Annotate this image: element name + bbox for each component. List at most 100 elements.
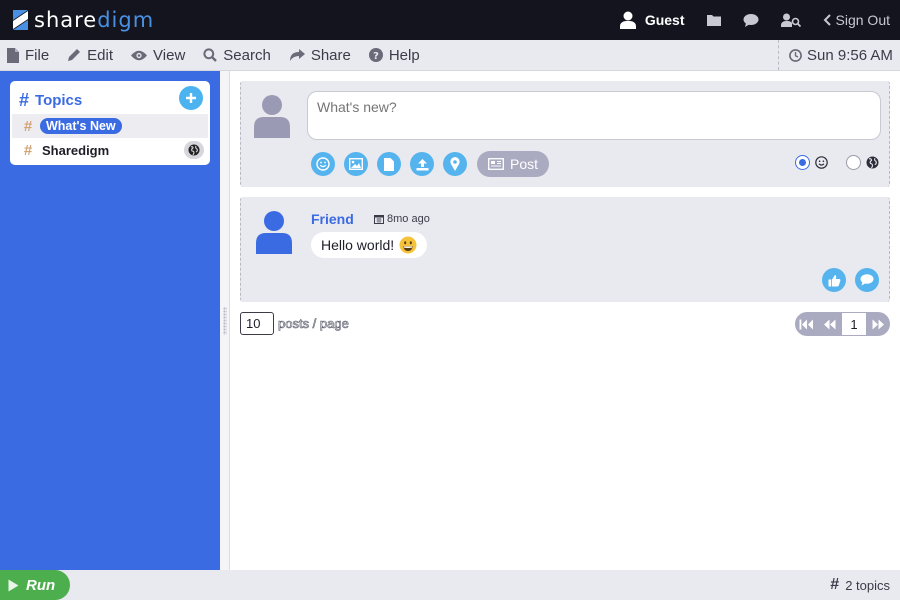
menu-bar: File Edit View Search Share ? Help Sun 9… xyxy=(0,40,900,71)
menu-share[interactable]: Share xyxy=(289,47,351,64)
first-page-icon xyxy=(799,319,813,329)
menu-view[interactable]: View xyxy=(131,47,185,64)
topics-title: Topics xyxy=(35,91,83,109)
public-badge xyxy=(184,141,204,159)
like-button[interactable] xyxy=(822,268,846,292)
menu-items: File Edit View Search Share ? Help xyxy=(7,40,438,70)
clock-time: Sun 9:56 AM xyxy=(807,46,893,64)
add-topic-button[interactable] xyxy=(179,86,203,110)
next-page-icon xyxy=(872,319,884,329)
topics-header: # Topics xyxy=(19,89,82,111)
search-icon xyxy=(203,48,218,62)
menu-help[interactable]: ? Help xyxy=(368,46,420,64)
clock[interactable]: Sun 9:56 AM xyxy=(778,40,900,70)
location-button[interactable] xyxy=(443,152,467,176)
post-message: Hello world! xyxy=(311,232,428,258)
sidebar-item-label: Sharedigm xyxy=(42,142,110,158)
post-time-text: 8mo ago xyxy=(387,213,430,225)
per-page-control: posts / page xyxy=(240,312,349,335)
menu-edit[interactable]: Edit xyxy=(67,47,113,64)
folder-icon xyxy=(706,14,721,26)
calendar-icon xyxy=(374,215,384,224)
first-page-button[interactable] xyxy=(795,312,818,336)
post-timestamp: 8mo ago xyxy=(374,213,430,225)
map-pin-icon xyxy=(450,157,460,171)
visibility-private-radio[interactable] xyxy=(795,155,810,170)
menu-search[interactable]: Search xyxy=(203,47,271,64)
hash-icon: # xyxy=(23,117,33,135)
file-icon xyxy=(7,47,19,63)
play-icon xyxy=(8,579,19,591)
topic-count-text: 2 topics xyxy=(845,577,890,593)
image-button[interactable] xyxy=(344,152,368,176)
thumbs-up-icon xyxy=(828,274,840,286)
user-name: Guest xyxy=(644,12,685,28)
sign-out-label: Sign Out xyxy=(835,12,890,28)
logo-icon xyxy=(13,10,28,30)
current-page[interactable]: 1 xyxy=(841,312,867,336)
attach-file-button[interactable] xyxy=(377,152,401,176)
user-menu[interactable]: Guest xyxy=(619,11,685,29)
post-composer: Post xyxy=(240,81,890,187)
run-label: Run xyxy=(26,576,56,594)
globe-icon xyxy=(866,156,879,169)
hash-icon: # xyxy=(19,89,30,110)
post-actions xyxy=(813,268,879,292)
previous-page-button[interactable] xyxy=(818,312,841,336)
sidebar-item-label: What's New xyxy=(40,118,122,134)
smiley-icon xyxy=(316,157,330,171)
globe-icon xyxy=(188,144,200,156)
post-author[interactable]: Friend xyxy=(311,211,354,227)
post-button[interactable]: Post xyxy=(477,151,550,177)
menu-file[interactable]: File xyxy=(7,47,49,64)
chat-icon xyxy=(743,13,759,27)
pencil-icon xyxy=(68,49,81,61)
menu-search-label: Search xyxy=(223,46,271,64)
next-page-button[interactable] xyxy=(867,312,890,336)
menu-file-label: File xyxy=(25,46,50,64)
menu-share-label: Share xyxy=(310,46,351,64)
header-actions: Guest Sign Out xyxy=(598,0,890,40)
share-icon xyxy=(289,48,305,61)
plus-icon xyxy=(186,93,196,103)
status-bar: Run # 2 topics xyxy=(0,570,900,600)
sign-out-button[interactable]: Sign Out xyxy=(823,12,890,28)
hash-icon: # xyxy=(830,576,840,593)
svg-text:?: ? xyxy=(373,51,379,62)
new-post-input[interactable] xyxy=(307,91,881,140)
help-icon: ? xyxy=(368,48,383,62)
menu-view-label: View xyxy=(153,46,186,64)
emoji-button[interactable] xyxy=(311,152,335,176)
per-page-input[interactable] xyxy=(240,312,274,335)
topics-panel: # Topics # What's New # Sharedigm xyxy=(10,81,210,165)
menu-help-label: Help xyxy=(388,46,420,64)
eye-icon xyxy=(131,50,148,60)
user-search-button[interactable] xyxy=(780,13,801,27)
chevron-left-icon xyxy=(823,14,831,26)
visibility-options xyxy=(795,155,879,170)
sidebar-item-sharedigm[interactable]: # Sharedigm xyxy=(12,138,208,162)
panel-divider[interactable] xyxy=(220,71,230,570)
previous-page-icon xyxy=(824,319,836,329)
sidebar-item-whats-new[interactable]: # What's New xyxy=(12,114,208,138)
post-card: Friend 8mo ago Hello world! xyxy=(240,197,890,302)
upload-button[interactable] xyxy=(410,152,434,176)
post-button-label: Post xyxy=(510,156,539,172)
user-search-icon xyxy=(780,13,801,27)
folder-button[interactable] xyxy=(706,14,721,26)
avatar xyxy=(256,211,292,254)
composer-tools: Post xyxy=(311,151,550,177)
chat-button[interactable] xyxy=(743,13,759,27)
file-icon xyxy=(384,157,394,171)
image-icon xyxy=(349,158,363,170)
comment-icon xyxy=(860,274,874,286)
sidebar: # Topics # What's New # Sharedigm xyxy=(0,71,220,570)
comment-button[interactable] xyxy=(855,268,879,292)
resize-handle[interactable] xyxy=(223,307,227,335)
newspaper-icon xyxy=(488,158,504,170)
app-logo[interactable]: sharedigm xyxy=(12,9,154,31)
logo-text: sharedigm xyxy=(34,8,155,32)
run-button[interactable]: Run xyxy=(0,570,70,600)
visibility-public-radio[interactable] xyxy=(846,155,861,170)
pager: 1 xyxy=(795,312,890,336)
